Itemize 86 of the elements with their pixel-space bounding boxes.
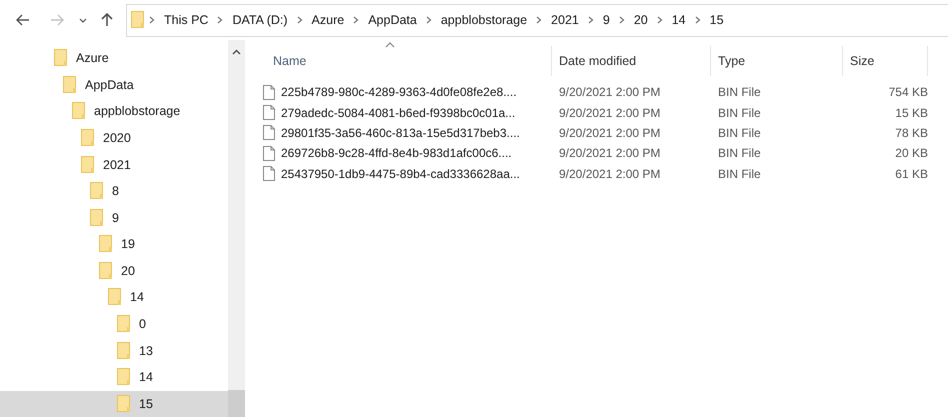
folder-icon: [117, 315, 131, 334]
chevron-icon: [217, 16, 224, 24]
column-header[interactable]: Size: [850, 54, 874, 68]
address-bar[interactable]: This PC DATA (D:) Azure AppData appblobstorage 2021 9 20 14 15: [126, 4, 948, 36]
column-header[interactable]: Name: [273, 54, 306, 68]
type-cell-text: BIN File: [717, 106, 762, 120]
breadcrumb[interactable]: 14: [666, 13, 691, 27]
scroll-thumb[interactable]: [228, 390, 245, 417]
size-cell-text: 15 KB: [894, 106, 928, 120]
chevron-icon: [656, 16, 663, 24]
breadcrumb[interactable]: 2021: [546, 13, 584, 27]
tree-item[interactable]: 9: [0, 204, 228, 232]
chevron-icon: [588, 16, 594, 24]
breadcrumb[interactable]: 9: [598, 13, 615, 27]
folder-icon: [90, 182, 104, 200]
tree-item[interactable]: 2021: [0, 151, 228, 178]
breadcrumb[interactable]: 15: [704, 13, 729, 27]
size-cell-text: 20 KB: [894, 146, 928, 160]
date-cell-text: 9/20/2021 2:00 PM: [558, 166, 662, 181]
up-arrow-icon: [101, 13, 113, 27]
back-arrow-icon: [16, 14, 30, 26]
folder-icon: [131, 11, 145, 29]
folder-icon: [99, 235, 113, 254]
type-cell-text: BIN File: [717, 146, 762, 160]
chevron-icon: [426, 16, 432, 24]
file-icon: [263, 105, 275, 120]
folder-icon: [63, 76, 77, 94]
type-cell-text: BIN File: [717, 85, 762, 100]
tree-item[interactable]: Azure: [0, 45, 228, 72]
folder-icon: [72, 102, 86, 120]
file-icon: [263, 84, 275, 100]
size-cell-text: 78 KB: [894, 126, 928, 140]
tree-item[interactable]: appblobstorage: [0, 98, 228, 125]
date-cell-text: 9/20/2021 2:00 PM: [558, 126, 662, 140]
chevron-icon: [536, 16, 542, 24]
chevron-icon: [694, 16, 701, 24]
file-name[interactable]: 225b4789-980c-4289-9363-4d0fe08fe2e8....: [255, 84, 552, 100]
tree-item[interactable]: 2020: [0, 124, 228, 152]
chevron-icon: [618, 16, 625, 24]
tree-item[interactable]: 8: [0, 178, 228, 204]
breadcrumb[interactable]: This PC: [159, 13, 214, 27]
breadcrumb[interactable]: AppData: [363, 13, 422, 27]
folder-icon: [108, 288, 122, 306]
folder-icon: [117, 394, 131, 413]
breadcrumb[interactable]: 20: [628, 13, 653, 27]
folder-icon: [117, 368, 131, 386]
scrollbar[interactable]: [228, 40, 245, 417]
chevron-icon: [353, 16, 360, 24]
folder-icon: [117, 342, 131, 360]
column-header[interactable]: Date modified: [559, 54, 636, 68]
tree-item[interactable]: 13: [0, 337, 228, 364]
file-icon: [263, 125, 275, 140]
chevron-icon: [149, 16, 155, 24]
tree-item[interactable]: 19: [0, 231, 228, 258]
folder-icon: [54, 49, 68, 68]
scroll-up-icon[interactable]: [232, 49, 241, 55]
folder-icon: [90, 208, 104, 227]
date-cell-text: 9/20/2021 2:00 PM: [558, 146, 662, 160]
type-cell-text: BIN File: [717, 126, 762, 140]
forward-arrow-icon: [50, 14, 64, 26]
dropdown-caret-icon: [79, 18, 87, 22]
file-name[interactable]: 25437950-1db9-4475-89b4-cad3336628aa...: [255, 166, 552, 182]
tree-item[interactable]: 14: [0, 364, 228, 391]
date-cell-text: 9/20/2021 2:00 PM: [558, 106, 662, 120]
tree-item[interactable]: 0: [0, 310, 228, 338]
file-name[interactable]: 29801f35-3a56-460c-813a-15e5d317beb3....: [255, 125, 552, 140]
file-icon: [263, 146, 275, 161]
column-header[interactable]: Type: [718, 54, 746, 68]
breadcrumb[interactable]: Azure: [306, 13, 350, 27]
tree-item[interactable]: 15: [0, 390, 228, 417]
folder-icon: [99, 262, 113, 280]
type-cell-text: BIN File: [717, 166, 762, 181]
folder-icon: [81, 129, 95, 148]
folder-icon: [81, 156, 95, 174]
file-name[interactable]: 279adedc-5084-4081-b6ed-f9398bc0c01a...: [255, 105, 552, 120]
chevron-icon: [296, 16, 303, 24]
file-name[interactable]: 269726b8-9c28-4ffd-8e4b-983d1afc00c6....: [255, 146, 552, 161]
tree-item[interactable]: 14: [0, 284, 228, 311]
size-cell-text: 754 KB: [888, 85, 928, 100]
date-cell-text: 9/20/2021 2:00 PM: [558, 85, 662, 100]
size-cell-text: 61 KB: [894, 166, 928, 181]
tree-item[interactable]: 20: [0, 258, 228, 284]
breadcrumb[interactable]: appblobstorage: [436, 13, 532, 27]
breadcrumb[interactable]: DATA (D:): [227, 13, 293, 27]
tree-item[interactable]: AppData: [0, 72, 228, 98]
file-icon: [263, 166, 275, 182]
